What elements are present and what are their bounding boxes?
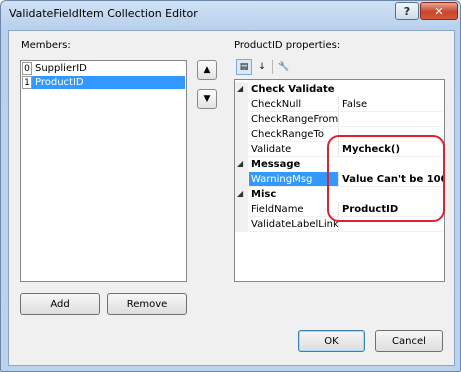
close-icon: ✕ (434, 4, 444, 18)
property-grid-toolbar: ▤ ↓ 🔧 (234, 59, 296, 77)
add-button-label: Add (50, 298, 70, 310)
property-name: CheckRangeFrom (249, 112, 339, 127)
member-name: ProductID (35, 77, 84, 88)
sort-alphabetical-icon: ↓ (258, 62, 266, 72)
property-name: ValidateLabelLink (249, 217, 339, 232)
category-name: Misc (251, 189, 277, 200)
cancel-button[interactable]: Cancel (375, 330, 443, 352)
ok-button-label: OK (324, 335, 339, 347)
category-name: Check Validate (251, 84, 335, 95)
move-down-button[interactable]: ▼ (197, 89, 217, 109)
member-index: 1 (22, 76, 32, 89)
arrow-up-icon: ▲ (203, 65, 211, 75)
grid-gutter (235, 202, 248, 217)
member-index: 0 (22, 62, 32, 75)
collapse-icon[interactable]: ◢ (237, 189, 243, 198)
annotation-highlight-box (327, 135, 445, 222)
member-name: SupplierID (35, 63, 87, 74)
cancel-button-label: Cancel (392, 335, 426, 347)
member-item-productid[interactable]: 1 ProductID (22, 76, 185, 89)
property-row-checknull[interactable]: CheckNull False (235, 97, 444, 112)
categorized-icon: ▤ (239, 62, 249, 72)
add-button[interactable]: Add (20, 293, 100, 315)
member-item-supplierid[interactable]: 0 SupplierID (22, 62, 185, 75)
grid-gutter (235, 142, 248, 157)
alphabetical-button[interactable]: ↓ (254, 59, 270, 75)
property-name: Validate (249, 142, 339, 157)
grid-gutter (235, 127, 248, 142)
grid-gutter (235, 97, 248, 112)
categorized-button[interactable]: ▤ (236, 59, 252, 75)
close-button[interactable]: ✕ (420, 2, 458, 20)
members-list[interactable]: 0 SupplierID 1 ProductID (20, 60, 187, 282)
category-check-validate[interactable]: ◢ Check Validate (235, 82, 444, 97)
property-name: WarningMsg (249, 172, 339, 187)
property-pages-button[interactable]: 🔧 (276, 59, 292, 75)
grid-gutter (235, 172, 248, 187)
grid-gutter (235, 112, 248, 127)
property-name: CheckNull (249, 97, 339, 112)
grid-gutter (235, 217, 248, 232)
title-bar[interactable]: ValidateFieldItem Collection Editor ? ✕ (1, 1, 460, 29)
wrench-icon: 🔧 (278, 62, 290, 72)
help-button[interactable]: ? (395, 2, 419, 20)
collection-editor-window: ValidateFieldItem Collection Editor ? ✕ … (0, 0, 461, 372)
properties-label: ProductID properties: (234, 40, 341, 51)
property-row-checkrangefrom[interactable]: CheckRangeFrom (235, 112, 444, 127)
collapse-icon[interactable]: ◢ (237, 159, 243, 168)
help-icon: ? (403, 4, 411, 18)
property-value[interactable]: False (340, 97, 443, 112)
property-name: CheckRangeTo (249, 127, 339, 142)
members-label: Members: (21, 40, 71, 51)
window-title: ValidateFieldItem Collection Editor (9, 7, 198, 20)
move-up-button[interactable]: ▲ (197, 60, 217, 80)
toolbar-separator (272, 60, 273, 74)
collapse-icon[interactable]: ◢ (237, 84, 243, 93)
ok-button[interactable]: OK (298, 330, 365, 352)
property-name: FieldName (249, 202, 339, 217)
remove-button-label: Remove (126, 298, 168, 310)
arrow-down-icon: ▼ (203, 94, 211, 104)
category-name: Message (251, 159, 301, 170)
remove-button[interactable]: Remove (107, 293, 187, 315)
property-value[interactable] (340, 112, 443, 127)
